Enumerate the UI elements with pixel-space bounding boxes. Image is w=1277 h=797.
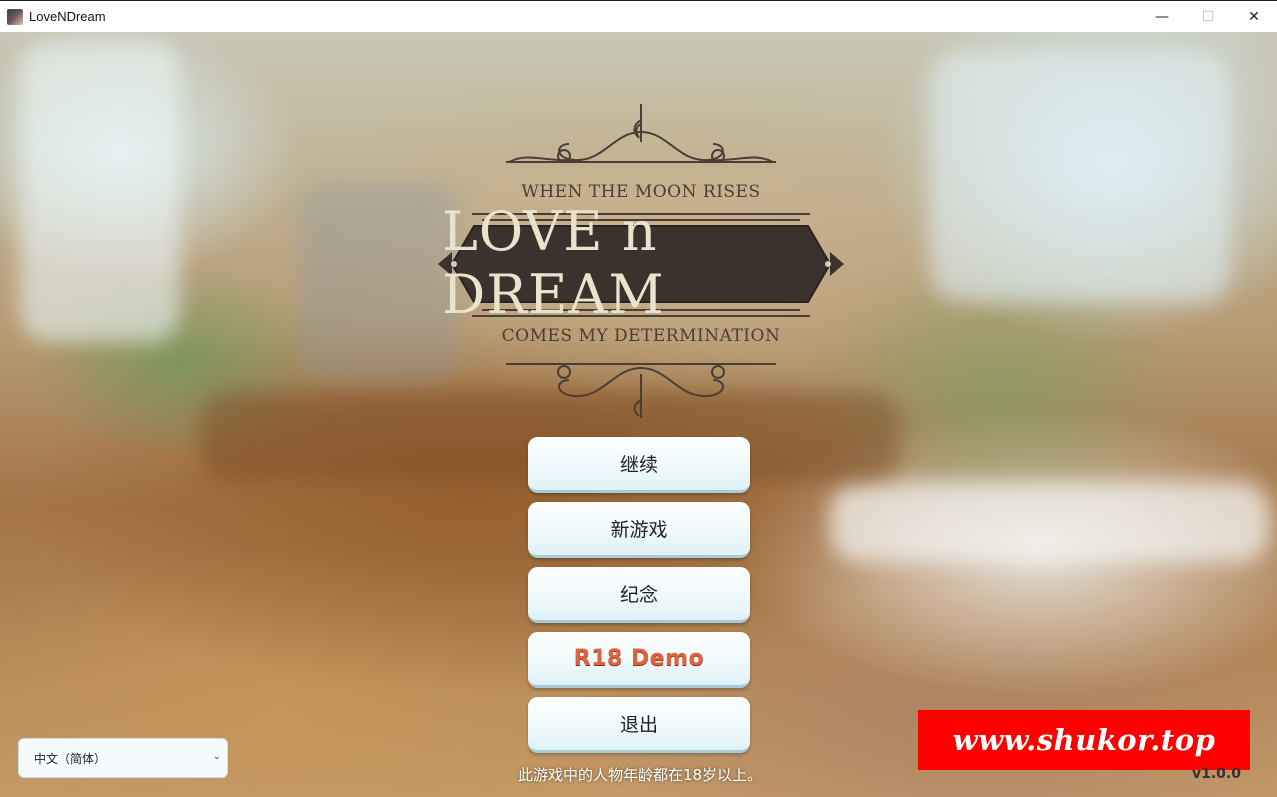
memories-button[interactable]: 纪念 xyxy=(528,567,750,623)
logo-tagline-top: WHEN THE MOON RISES xyxy=(521,182,761,202)
language-selected-value: 中文（简体） xyxy=(34,751,107,766)
logo-title: LOVE n DREAM xyxy=(442,200,665,326)
chevron-down-icon: ⌄ xyxy=(212,751,221,762)
window-titlebar: LoveNDream — ☐ ✕ xyxy=(0,0,1277,32)
game-viewport: WHEN THE MOON RISES LOVE n DREAM COMES M… xyxy=(0,32,1277,797)
window-controls: — ☐ ✕ xyxy=(1139,1,1277,33)
r18-demo-button[interactable]: R18 Demo xyxy=(528,632,750,688)
new-game-button[interactable]: 新游戏 xyxy=(528,502,750,558)
background-window-right xyxy=(930,52,1230,302)
age-notice: 此游戏中的人物年龄都在18岁以上。 xyxy=(517,766,763,784)
exit-button[interactable]: 退出 xyxy=(528,697,750,753)
watermark-banner: www.shukor.top xyxy=(918,710,1250,770)
language-select[interactable]: 中文（简体） ⌄ xyxy=(18,738,228,778)
background-table xyxy=(830,482,1270,562)
main-menu: 继续 新游戏 纪念 R18 Demo 退出 xyxy=(528,437,750,762)
close-icon[interactable]: ✕ xyxy=(1231,1,1277,33)
continue-button[interactable]: 继续 xyxy=(528,437,750,493)
game-logo: WHEN THE MOON RISES LOVE n DREAM COMES M… xyxy=(434,102,848,422)
background-window-left xyxy=(20,42,180,342)
maximize-icon[interactable]: ☐ xyxy=(1185,1,1231,33)
logo-tagline-bottom: COMES MY DETERMINATION xyxy=(501,326,781,346)
logo-plate: LOVE n DREAM xyxy=(442,200,840,326)
version-label: v1.0.0 xyxy=(1192,766,1241,782)
window-title: LoveNDream xyxy=(29,9,106,24)
app-icon xyxy=(7,8,23,25)
minimize-icon[interactable]: — xyxy=(1139,1,1185,33)
